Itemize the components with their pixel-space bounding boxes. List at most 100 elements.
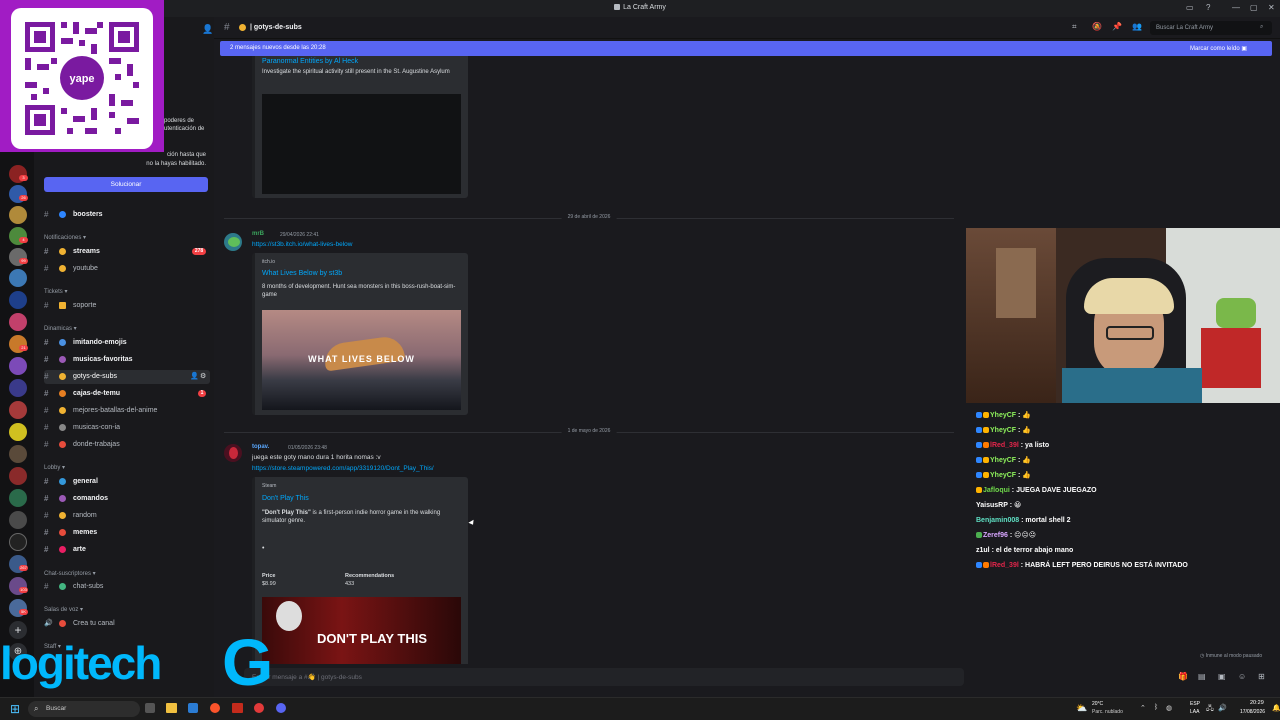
add-member-icon[interactable]: 👤 xyxy=(202,24,213,35)
channel-arte[interactable]: # arte xyxy=(44,543,210,557)
channel-comandos[interactable]: # comandos xyxy=(44,492,210,506)
server-icon[interactable] xyxy=(9,206,27,224)
keyboard-layout[interactable]: LAA xyxy=(1190,709,1199,715)
category-chat-suscriptores[interactable]: Chat-suscriptores ▾ xyxy=(44,570,96,577)
message-author[interactable]: topav. xyxy=(252,444,269,450)
sticker-icon[interactable]: ▣ xyxy=(1218,672,1226,681)
add-member-icon[interactable]: 👤 xyxy=(190,372,199,380)
chat-message: 👍 xyxy=(1022,427,1032,434)
app-icon[interactable] xyxy=(254,703,264,713)
channel-streams[interactable]: # streams 278 xyxy=(44,245,210,259)
embed-title[interactable]: Paranormal Entities by Al Heck xyxy=(262,58,358,65)
avatar[interactable] xyxy=(224,233,242,251)
message-link[interactable]: https://st3b.itch.io/what-lives-below xyxy=(252,241,352,248)
taskbar-search-input[interactable]: ⌕ Buscar xyxy=(28,701,140,717)
task-view-icon[interactable] xyxy=(145,703,155,713)
help-icon[interactable]: ? xyxy=(1206,3,1210,12)
mark-read-button[interactable]: Marcar como leído ▣ xyxy=(1190,45,1247,52)
channel-gotys-de-subs[interactable]: # gotys-de-subs 👤 ⚙ xyxy=(44,370,210,384)
embed-description: Investigate the spiritual activity still… xyxy=(262,69,450,75)
server-icon[interactable] xyxy=(9,533,27,551)
channel-boosters[interactable]: # boosters xyxy=(44,208,210,222)
message-author[interactable]: mrB xyxy=(252,231,264,237)
server-icon[interactable] xyxy=(9,269,27,287)
gift-icon[interactable]: 🎁 xyxy=(1178,672,1188,681)
clock-time[interactable]: 20:29 xyxy=(1250,700,1264,706)
channel-imitando-emojis[interactable]: # imitando-emojis xyxy=(44,336,210,350)
bullet: • xyxy=(262,545,265,552)
maximize-button[interactable]: ▢ xyxy=(1250,3,1258,12)
category-notificaciones[interactable]: Notificaciones ▾ xyxy=(44,234,86,241)
weather-desc: Parc. nublado xyxy=(1092,709,1123,715)
server-icon[interactable] xyxy=(9,489,27,507)
notification-bell-icon[interactable]: 🔕 xyxy=(1092,22,1102,31)
server-icon[interactable] xyxy=(9,291,27,309)
gear-icon[interactable]: ⚙ xyxy=(200,372,206,380)
server-icon[interactable] xyxy=(9,423,27,441)
server-icon[interactable] xyxy=(9,401,27,419)
channel-cajas-de-temu[interactable]: # cajas-de-temu 1 xyxy=(44,387,210,401)
chat-username: YheyCF xyxy=(990,427,1017,434)
volume-icon[interactable]: 🔊 xyxy=(1218,704,1227,712)
server-icon[interactable] xyxy=(9,357,27,375)
clock-date[interactable]: 17/08/2026 xyxy=(1240,709,1265,715)
inbox-icon[interactable]: ▭ xyxy=(1186,3,1194,12)
category-tickets[interactable]: Tickets ▾ xyxy=(44,288,67,295)
app-icon[interactable] xyxy=(232,703,243,713)
minimize-button[interactable]: — xyxy=(1232,3,1240,12)
chat-line: z1ul : el de terror abajo mano xyxy=(976,543,1276,558)
notification-icon[interactable]: 🔔 xyxy=(1272,704,1280,712)
embed-image[interactable] xyxy=(262,94,461,194)
file-explorer-icon[interactable] xyxy=(166,703,177,713)
channel-chat-subs[interactable]: # chat-subs xyxy=(44,580,210,594)
tray-icon[interactable]: ◍ xyxy=(1166,704,1172,712)
brave-browser-icon[interactable] xyxy=(210,703,220,713)
embed-image[interactable]: WHAT LIVES BELOW xyxy=(262,310,461,410)
threads-icon[interactable]: ⌗ xyxy=(1072,22,1077,32)
network-icon[interactable]: 🖧 xyxy=(1206,704,1214,715)
channel-musicas-con-ia[interactable]: # musicas-con-ia xyxy=(44,421,210,435)
embed-title[interactable]: What Lives Below by st3b xyxy=(262,270,342,277)
language-indicator[interactable]: ESP xyxy=(1190,701,1200,707)
gif-icon[interactable]: ▤ xyxy=(1198,672,1206,681)
tray-chevron-icon[interactable]: ⌃ xyxy=(1140,704,1146,712)
embed-title[interactable]: Don't Play This xyxy=(262,495,309,502)
chat-message: 👍 xyxy=(1022,472,1032,479)
chat-message: ya listo xyxy=(1025,442,1050,449)
channel-musicas-favoritas[interactable]: # musicas-favoritas xyxy=(44,353,210,367)
server-icon[interactable] xyxy=(9,379,27,397)
store-icon[interactable] xyxy=(188,703,198,713)
channel-memes[interactable]: # memes xyxy=(44,526,210,540)
message-input[interactable]: Enviar mensaje a #👋 | gotys-de-subs xyxy=(244,668,964,686)
windows-start-icon[interactable]: ⊞ xyxy=(10,702,20,716)
channel-soporte[interactable]: # soporte xyxy=(44,299,210,313)
apps-icon[interactable]: ⊞ xyxy=(1258,672,1265,681)
emoji-icon[interactable]: ☺ xyxy=(1238,672,1246,681)
server-icon[interactable] xyxy=(9,445,27,463)
new-messages-banner[interactable]: 2 mensajes nuevos desde las 20:28 Marcar… xyxy=(220,41,1272,56)
server-icon[interactable] xyxy=(9,511,27,529)
server-icon[interactable] xyxy=(9,467,27,485)
chat-line: Jafloqui : JUEGA DAVE JUEGAZO xyxy=(976,483,1276,498)
channel-mejores-batallas[interactable]: # mejores-batallas-del-anime xyxy=(44,404,210,418)
title-bar: La Craft Army ▭ ? — ▢ ✕ xyxy=(0,0,1280,17)
channel-general[interactable]: # general xyxy=(44,475,210,489)
category-lobby[interactable]: Lobby ▾ xyxy=(44,464,65,471)
search-input[interactable]: Buscar La Craft Army ⌕ xyxy=(1150,21,1272,35)
pin-icon[interactable]: 📌 xyxy=(1112,22,1122,31)
members-icon[interactable]: 👥 xyxy=(1132,22,1142,31)
channel-youtube[interactable]: # youtube xyxy=(44,262,210,276)
channel-donde-trabajas[interactable]: # donde-trabajas xyxy=(44,438,210,452)
bluetooth-icon[interactable]: ᛒ xyxy=(1154,704,1158,711)
embed-field-name: Price xyxy=(262,573,276,579)
category-salas-de-voz[interactable]: Salas de voz ▾ xyxy=(44,606,83,613)
server-icon[interactable] xyxy=(9,313,27,331)
category-dinamicas[interactable]: Dinamicas ▾ xyxy=(44,325,77,332)
close-button[interactable]: ✕ xyxy=(1268,3,1275,12)
discord-icon[interactable] xyxy=(276,703,286,713)
message-link[interactable]: https://store.steampowered.com/app/33191… xyxy=(252,465,434,472)
channel-random[interactable]: # random xyxy=(44,509,210,523)
fix-button[interactable]: Solucionar xyxy=(44,177,208,192)
chat-line: YheyCF : 👍 xyxy=(976,423,1276,438)
avatar[interactable] xyxy=(224,444,242,462)
